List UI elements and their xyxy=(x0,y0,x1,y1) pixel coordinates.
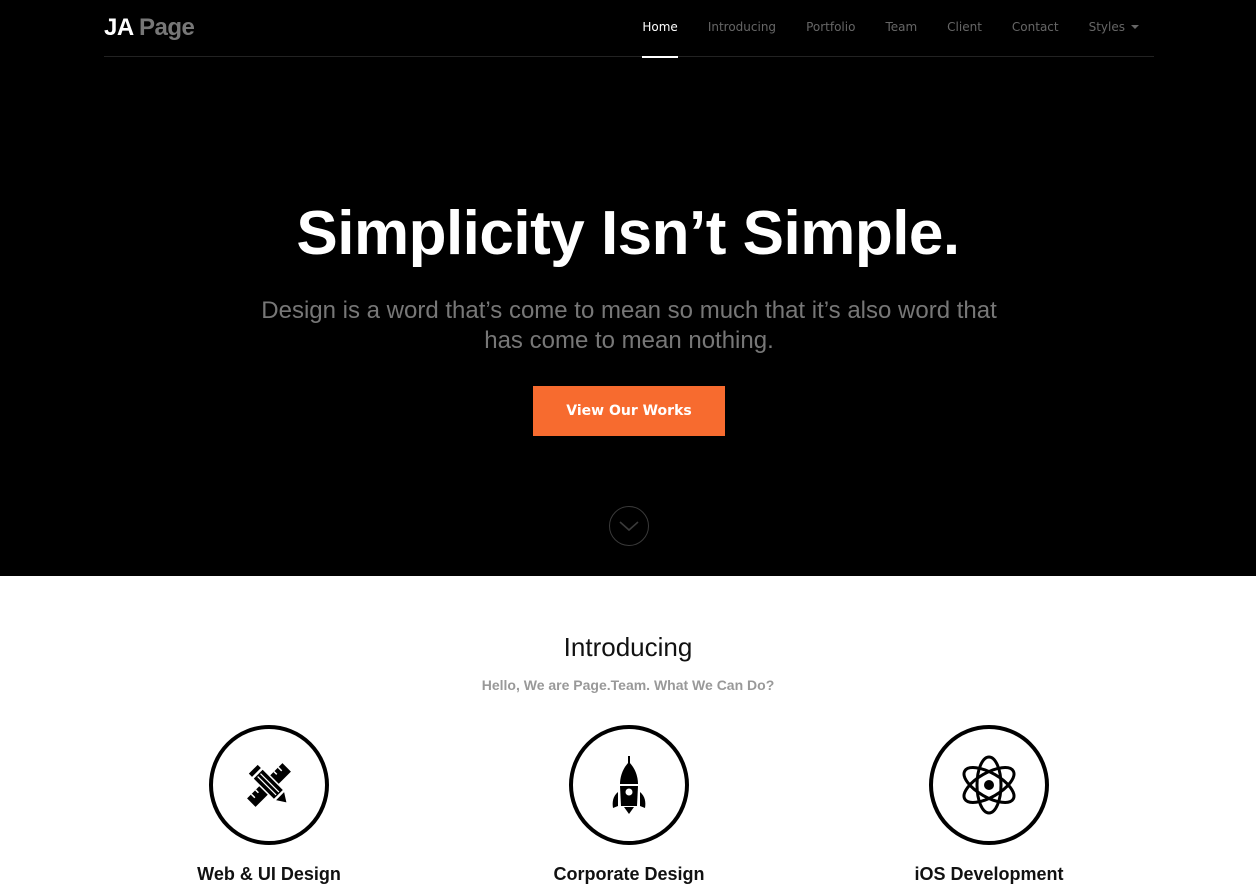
service-label: iOS Development xyxy=(914,864,1064,884)
nav-item-styles-label: Styles xyxy=(1088,20,1125,34)
service-label: Web & UI Design xyxy=(197,864,341,884)
service-icon-circle xyxy=(929,725,1049,845)
navbar: JA Page Home Introducing Portfolio Team … xyxy=(104,0,1154,58)
pencil-ruler-icon xyxy=(246,762,291,807)
section-title: Introducing xyxy=(563,632,693,662)
view-our-works-button[interactable]: View Our Works xyxy=(533,386,725,436)
nav-item-client[interactable]: Client xyxy=(932,0,997,57)
caret-down-icon xyxy=(1131,24,1139,29)
section-subtitle: Hello, We are Page.Team. What We Can Do? xyxy=(481,677,775,693)
service-web-ui-design: Web & UI Design xyxy=(149,725,389,885)
chevron-down-icon xyxy=(619,521,639,532)
rocket-icon xyxy=(612,756,646,814)
hero-section: JA Page Home Introducing Portfolio Team … xyxy=(0,0,1256,576)
nav-item-home[interactable]: Home xyxy=(627,0,692,58)
main-nav: Home Introducing Portfolio Team Client C… xyxy=(627,0,1154,58)
logo-page: Page xyxy=(138,14,195,41)
logo-ja: JA xyxy=(104,14,133,41)
service-icon-circle xyxy=(569,725,689,845)
hero-title: Simplicity Isn’t Simple. xyxy=(296,199,960,268)
nav-item-contact[interactable]: Contact xyxy=(997,0,1074,57)
scroll-down-button[interactable] xyxy=(609,506,649,546)
nav-item-styles[interactable]: Styles xyxy=(1074,0,1154,57)
service-corporate-design: Corporate Design xyxy=(509,725,749,885)
nav-item-portfolio[interactable]: Portfolio xyxy=(791,0,870,57)
service-icon-circle xyxy=(209,725,329,845)
hero-subtitle: Design is a word that’s come to mean so … xyxy=(261,297,997,354)
nav-item-introducing[interactable]: Introducing xyxy=(693,0,791,57)
atom-icon xyxy=(962,755,1016,815)
logo[interactable]: JA Page xyxy=(104,14,195,42)
service-ios-development: iOS Development xyxy=(869,725,1109,885)
nav-item-team[interactable]: Team xyxy=(870,0,932,57)
service-label: Corporate Design xyxy=(553,864,705,884)
